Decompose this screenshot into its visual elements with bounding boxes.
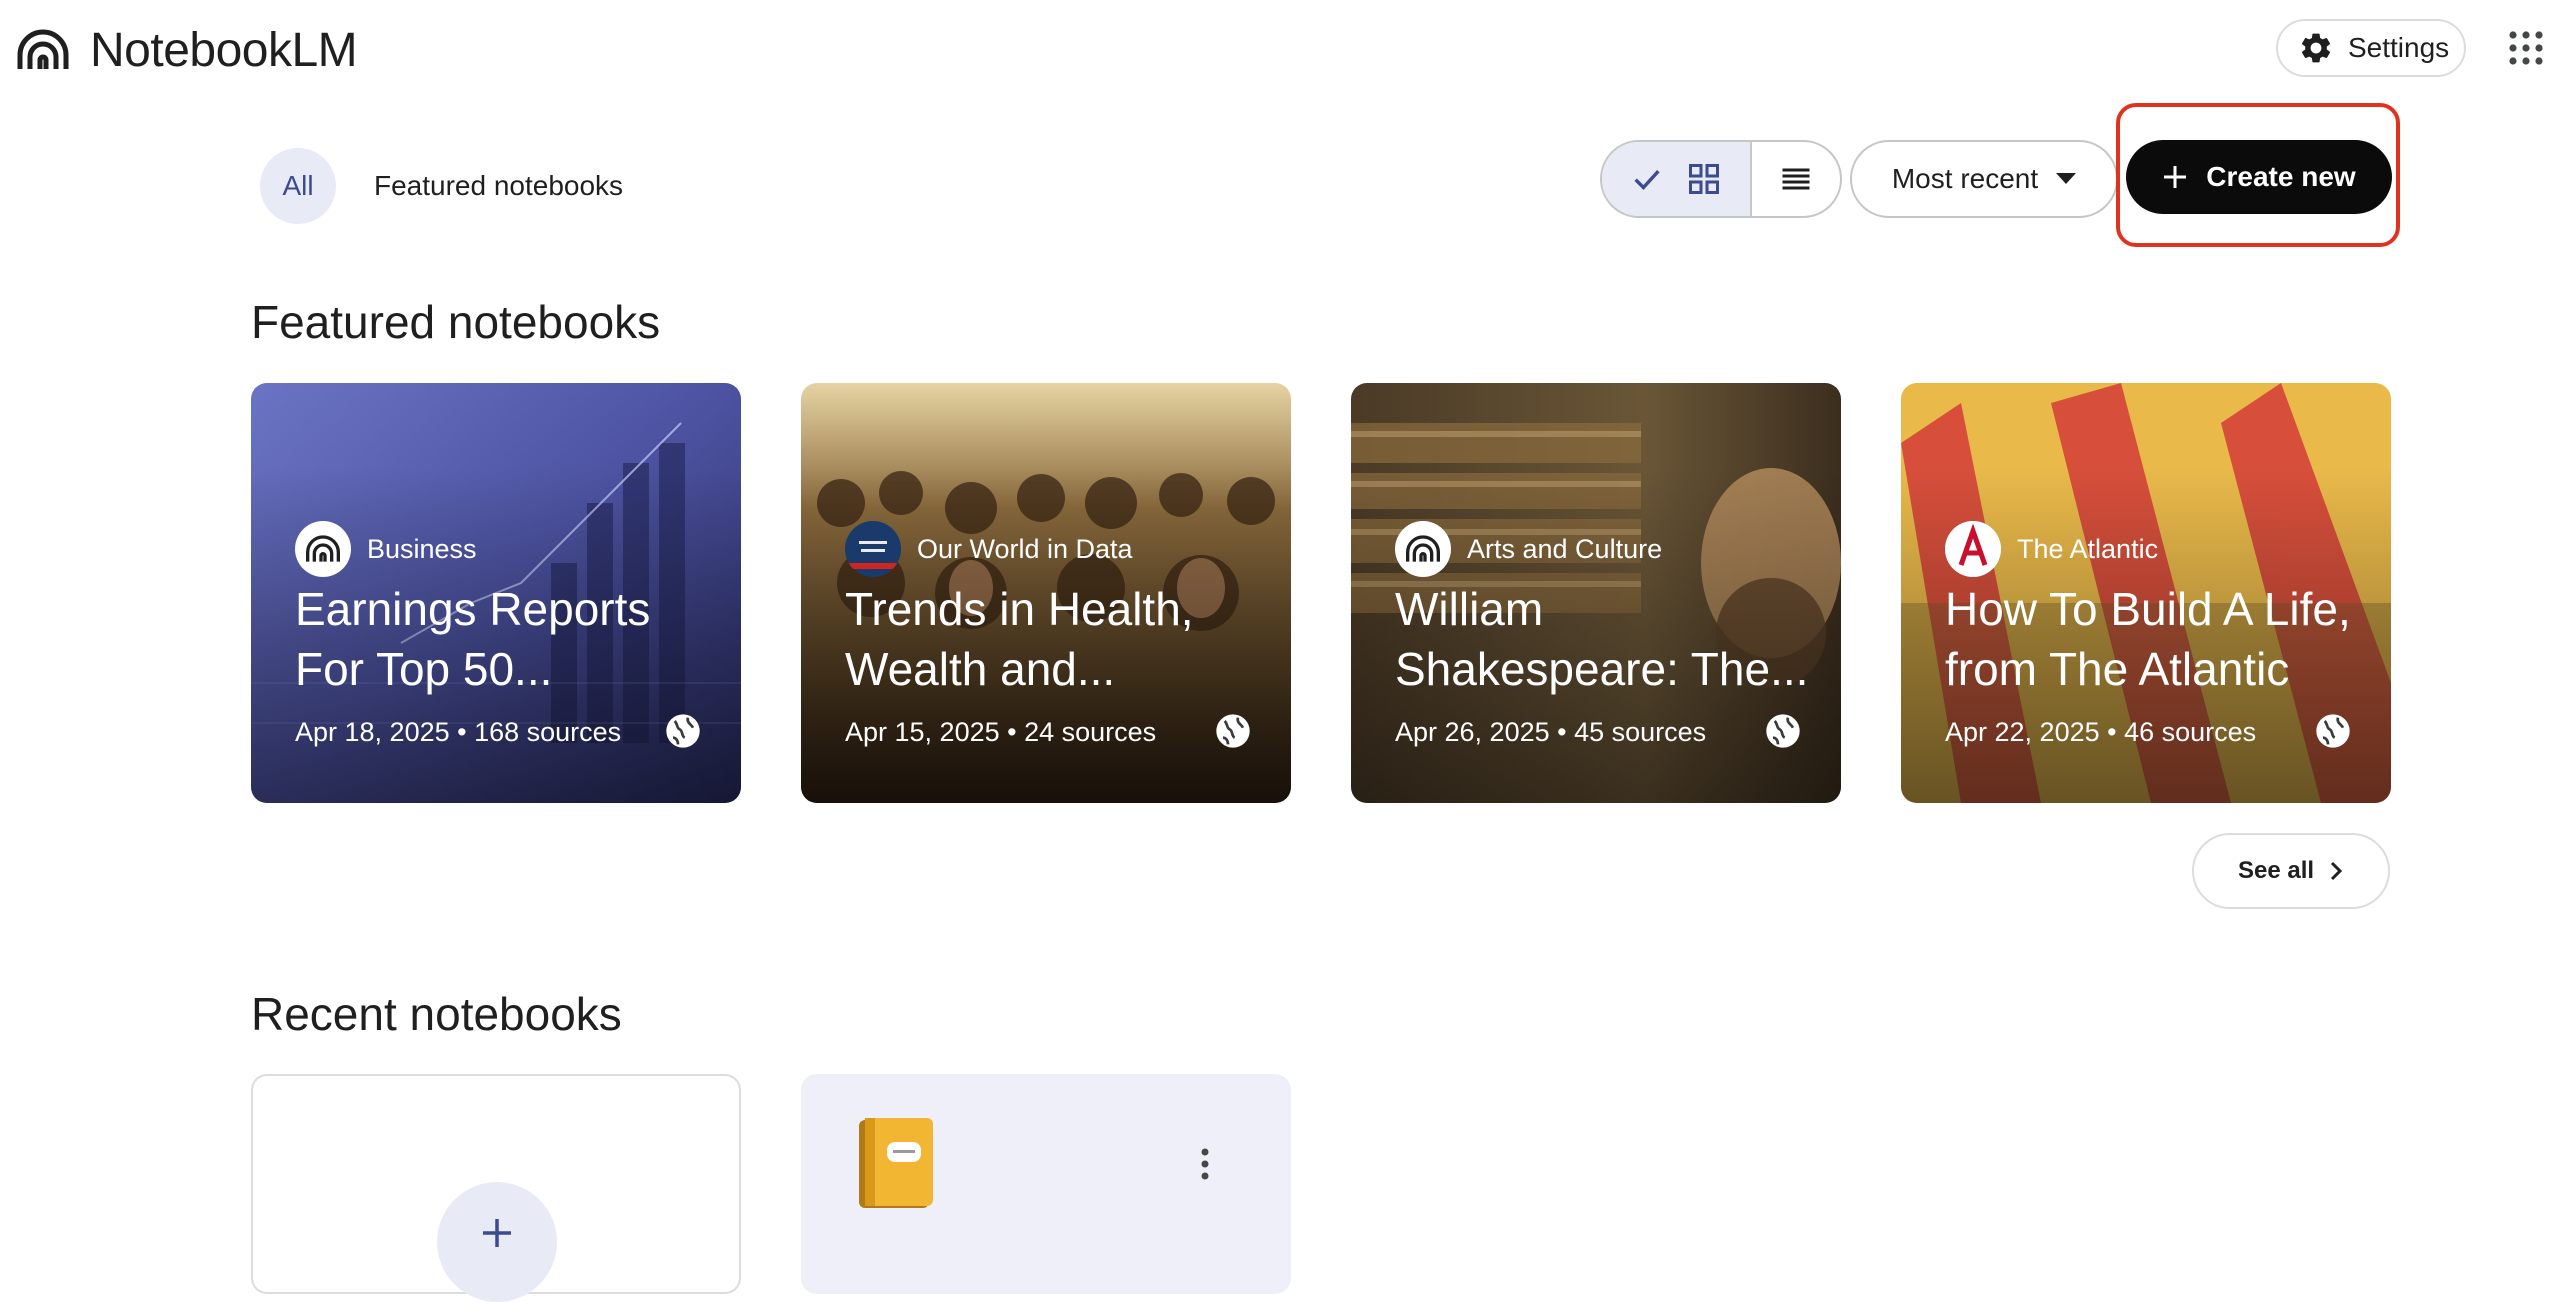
sort-label: Most recent [1891, 163, 2039, 194]
grid-view-icon [1689, 164, 1719, 194]
featured-card-our-world-in-data[interactable]: Our World in Data Trends in Health, Weal… [801, 383, 1291, 803]
card-meta: Apr 22, 2025 • 46 sources [1945, 717, 2257, 747]
card-source: Our World in Data [845, 521, 1133, 577]
recent-section-title: Recent notebooks [251, 988, 622, 1040]
card-meta: Apr 26, 2025 • 45 sources [1395, 717, 1707, 747]
card-source: The Atlantic [1945, 521, 2158, 577]
card-source-label: Arts and Culture [1467, 533, 1663, 564]
create-notebook-card[interactable] [251, 1074, 741, 1302]
settings-label: Settings [2348, 32, 2450, 63]
list-view-button[interactable] [1752, 142, 1840, 216]
filter-chip-featured[interactable]: Featured notebooks [374, 166, 623, 206]
globe-icon [1766, 714, 1800, 748]
notebooklm-source-logo-icon [295, 521, 351, 577]
notebook-card[interactable] [801, 1074, 1291, 1294]
notebook-emoji-icon [859, 1118, 933, 1208]
view-toggle [1600, 140, 1842, 218]
plus-circle [437, 1182, 557, 1302]
gear-icon [2301, 33, 2331, 63]
the-atlantic-logo-icon [1945, 521, 2001, 577]
featured-section-title: Featured notebooks [251, 296, 661, 348]
featured-card-the-atlantic[interactable]: The Atlantic How To Build A Life, from T… [1901, 383, 2391, 803]
filter-chip-all[interactable]: All [260, 148, 336, 224]
globe-icon [1216, 714, 1250, 748]
create-new-button[interactable]: Create new [2126, 140, 2392, 214]
plus-icon [483, 1219, 511, 1247]
featured-card-arts-and-culture[interactable]: Arts and Culture William Shakespeare: Th… [1351, 383, 1841, 803]
card-source: Arts and Culture [1395, 521, 1662, 577]
dropdown-arrow-icon [2056, 173, 2077, 184]
card-source: Business [295, 521, 477, 577]
see-all-button[interactable]: See all [2192, 833, 2390, 909]
brand[interactable]: NotebookLM [16, 20, 358, 80]
card-title: William Shakespeare: The... [1395, 583, 1809, 695]
app-header: NotebookLM Settings [0, 0, 2560, 100]
card-meta: Apr 18, 2025 • 168 sources [295, 717, 622, 747]
card-meta: Apr 15, 2025 • 24 sources [845, 717, 1157, 747]
app-name: NotebookLM [90, 23, 358, 77]
card-title: Trends in Health, Wealth and... [845, 583, 1194, 695]
see-all-label: See all [2237, 857, 2315, 884]
card-title: Earnings Reports For Top 50... [295, 583, 651, 695]
plus-icon [2164, 166, 2187, 188]
card-source-label: Business [367, 533, 477, 564]
notebooklm-logo-icon [17, 29, 69, 69]
globe-icon [666, 714, 700, 748]
check-icon [1634, 170, 1660, 190]
settings-button[interactable]: Settings [2276, 19, 2466, 77]
sort-dropdown[interactable]: Most recent [1850, 140, 2118, 218]
card-title: How To Build A Life, from The Atlantic [1945, 583, 2351, 695]
more-vert-icon[interactable] [1197, 1144, 1213, 1184]
card-source-label: Our World in Data [917, 533, 1133, 564]
our-world-in-data-logo-icon [845, 521, 901, 577]
filter-featured-label: Featured notebooks [374, 170, 624, 201]
create-new-label: Create new [2206, 161, 2356, 192]
filter-all-label: All [282, 170, 314, 201]
apps-grid-icon[interactable] [2508, 30, 2544, 66]
card-source-label: The Atlantic [2017, 533, 2159, 564]
chevron-right-icon [2330, 861, 2343, 881]
globe-icon [2316, 714, 2350, 748]
list-view-icon [1782, 168, 1810, 190]
featured-card-business[interactable]: Business Earnings Reports For Top 50... … [251, 383, 741, 803]
grid-view-button[interactable] [1602, 142, 1752, 216]
notebooklm-source-logo-icon [1395, 521, 1451, 577]
